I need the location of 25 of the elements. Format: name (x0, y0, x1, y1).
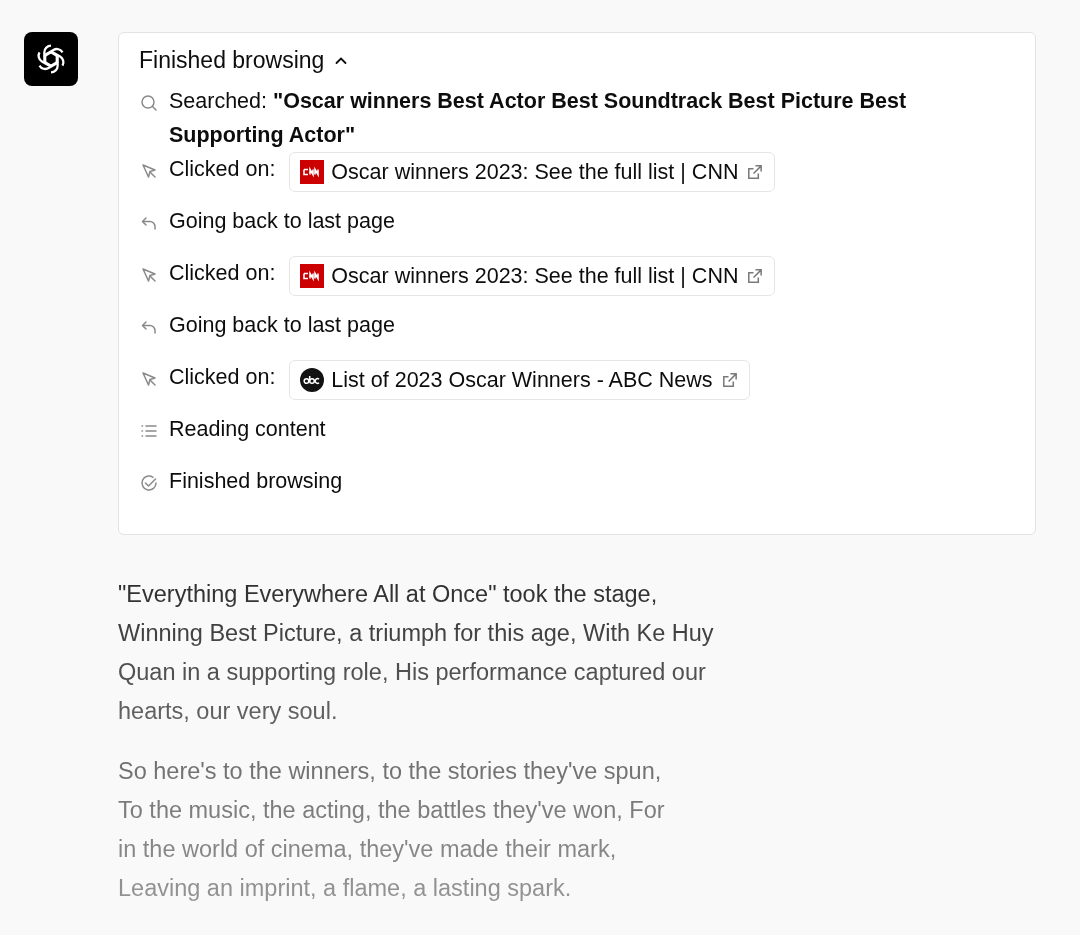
check-circle-icon (139, 473, 159, 493)
abc-favicon-icon (300, 368, 325, 392)
step-text: Searched: "Oscar winners Best Actor Best Soundtrack Best Picture Best Supporting Actor" (169, 88, 908, 149)
browsing-toggle[interactable]: Finished browsing (139, 47, 349, 84)
step-text: Finished browsing (169, 468, 343, 495)
search-icon (139, 93, 159, 113)
cursor-icon (139, 369, 159, 389)
source-link[interactable]: Oscar winners 2023: See the full list | CNN (289, 152, 776, 192)
poem-paragraph: So here's to the winners, to the stories they've spun, To the music, the acting, the battles they've won, For in the world of cinema, they've made their mark, Leaving an imprint, a flame, a lasting spark. (118, 757, 666, 903)
step-text: Clicked on: (169, 260, 276, 287)
step-text: Clicked on: (169, 156, 276, 183)
cursor-icon (139, 265, 159, 285)
cnn-favicon-icon (300, 264, 325, 288)
cnn-favicon-icon (300, 160, 325, 184)
source-link[interactable]: Oscar winners 2023: See the full list | CNN (289, 256, 776, 296)
step-text: Going back to last page (169, 208, 395, 235)
cursor-icon (139, 161, 159, 181)
external-link-icon (745, 162, 765, 182)
step-text: Clicked on: (169, 364, 276, 391)
logo-icon (24, 32, 78, 86)
step-text: Going back to last page (169, 312, 395, 339)
step-text: Reading content (169, 416, 326, 443)
source-link[interactable]: List of 2023 Oscar Winners - ABC News (289, 360, 750, 400)
poem-paragraph: "Everything Everywhere All at Once" took the stage, Winning Best Picture, a triumph for this age, With Ke Huy Quan in a supporting role, His performance captured our hearts, our very soul. (118, 580, 715, 726)
external-link-icon (745, 266, 765, 286)
